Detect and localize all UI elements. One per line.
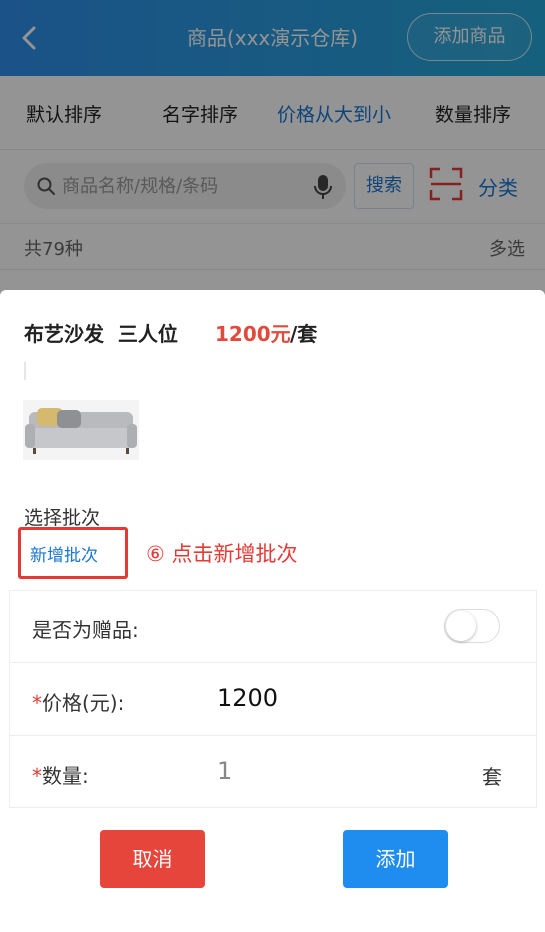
quantity-label: *数量: [32,764,89,788]
divider [24,362,26,380]
gift-toggle[interactable] [444,609,500,643]
cancel-button[interactable]: 取消 [100,830,205,888]
new-batch-button[interactable]: 新增批次 [30,541,98,566]
product-name: 布艺沙发 三人位 [24,322,178,346]
add-button[interactable]: 添加 [343,830,448,888]
gift-row: 是否为赠品: [10,591,536,663]
add-product-sheet: 布艺沙发 三人位 1200元 /套 选择批次 新增批次 ⑥ 点击新增批次 是否为… [0,290,545,932]
price-input[interactable]: 1200 [217,684,278,712]
price-row: *价格(元): 1200 [10,664,536,736]
required-marker: * [32,764,42,788]
quantity-input[interactable]: 1 [217,757,232,785]
quantity-row: *数量: 1 套 [10,737,536,809]
required-marker: * [32,691,42,715]
price-label: *价格(元): [32,691,125,715]
instruction-annotation: ⑥ 点击新增批次 [146,542,298,566]
gift-label: 是否为赠品: [32,618,139,642]
batch-section-label: 选择批次 [24,507,101,529]
product-form: 是否为赠品: *价格(元): 1200 *数量: 1 套 [9,590,537,808]
quantity-unit: 套 [482,765,502,789]
toggle-knob [446,611,476,641]
product-price: 1200元 [215,322,291,346]
product-thumbnail-image [23,400,139,460]
product-unit: /套 [290,322,318,346]
